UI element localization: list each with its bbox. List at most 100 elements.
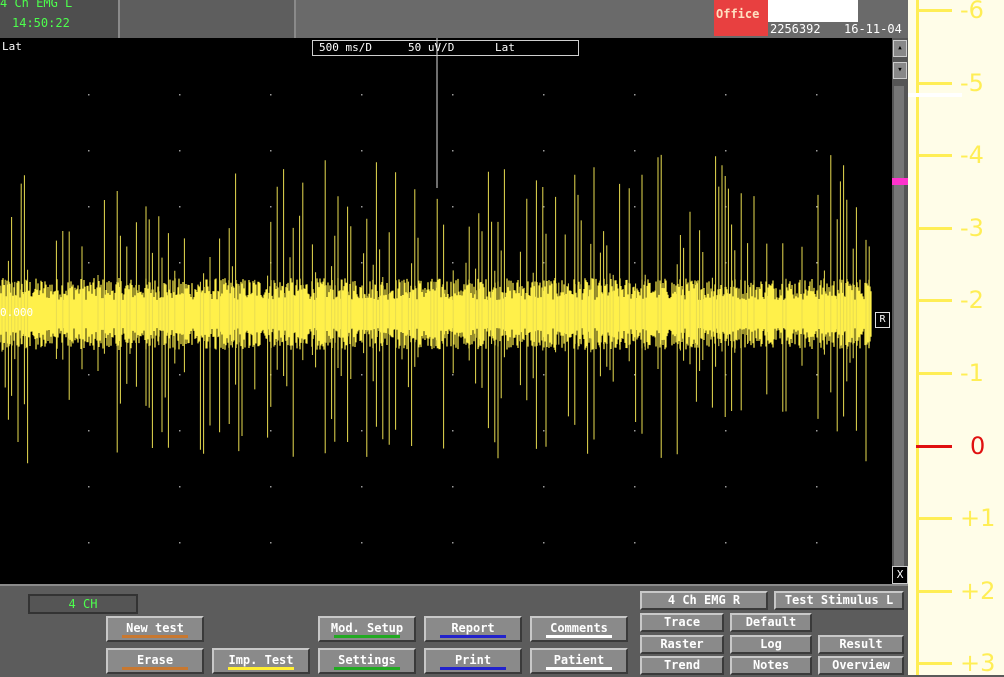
settings-button[interactable]: Settings [318,648,416,674]
report-underline [440,635,506,638]
grid-dot [634,430,636,432]
grid-dot [179,150,181,152]
scroll-track[interactable] [894,86,904,566]
grid-dot [816,542,818,544]
grid-dot [270,150,272,152]
scroll-position-marker[interactable] [892,178,908,185]
emg-r-button[interactable]: 4 Ch EMG R [640,591,768,610]
ruler-tick-label: -3 [960,213,984,242]
close-icon[interactable]: X [892,566,908,584]
new-test-button[interactable]: New test [106,616,204,642]
scale-settings-box[interactable]: 500 ms/D 50 uV/D Lat [312,40,579,56]
ruler-tick [916,299,952,303]
scroll-up-icon[interactable]: ▴ [893,40,907,57]
report-button[interactable]: Report [424,616,522,642]
grid-dot [361,430,363,432]
ruler-tick-label: -6 [960,0,984,24]
patient-name-field[interactable] [768,0,858,22]
imp-test-button[interactable]: Imp. Test [212,648,310,674]
channel-title: 4 Ch EMG L [0,0,73,10]
grid-dot [816,430,818,432]
print-underline [440,667,506,670]
overview-button[interactable]: Overview [818,656,904,675]
ruler-tick-label: -1 [960,359,984,387]
grid-dot [816,262,818,264]
grid-dot [634,94,636,96]
notes-button[interactable]: Notes [730,656,812,675]
header-empty-panel [120,0,296,38]
grid-dot [88,486,90,488]
mod-setup-button[interactable]: Mod. Setup [318,616,416,642]
ruler-tick [916,9,952,12]
trend-button[interactable]: Trend [640,656,724,675]
ruler-tick [916,81,952,85]
sweep-speed: 500 ms/D [319,41,372,54]
grid-dot [543,150,545,152]
print-label: Print [454,653,492,667]
grid-dot [543,486,545,488]
trace-button[interactable]: Trace [640,613,724,632]
print-button[interactable]: Print [424,648,522,674]
grid-dot [88,94,90,96]
imp-test-label: Imp. Test [228,653,294,667]
grid-dot [816,374,818,376]
lat-box-label: Lat [495,41,515,54]
office-badge[interactable]: Office [714,0,768,36]
grid-dot [725,486,727,488]
comments-button[interactable]: Comments [530,616,628,642]
grid-dot [634,150,636,152]
grid-dot [452,542,454,544]
grid-dot [88,430,90,432]
raster-button[interactable]: Raster [640,635,724,654]
grid-dot [179,374,181,376]
vertical-scrollbar[interactable]: ▴ ▾ [892,38,908,584]
clock-time: 14:50:22 [12,16,70,30]
ruler-tick-label: -2 [960,286,984,315]
r-marker[interactable]: R [875,312,890,328]
ruler-tick [916,226,952,230]
grid-dot [452,94,454,96]
grid-dot [179,430,181,432]
level-ruler: -6 -5 -4 -3 -2 -1 0 +1 +2 +3 [908,0,1004,675]
baseline-value: 0.000 [0,306,34,319]
new-test-underline [122,635,188,638]
ruler-tick [916,517,952,521]
log-button[interactable]: Log [730,635,812,654]
channel-info-panel: 4 Ch EMG L 14:50:22 [0,0,120,38]
grid-dot [543,94,545,96]
grid-dot [725,542,727,544]
ruler-tick [916,372,952,375]
ruler-tick-label: +1 [960,504,996,533]
grid-dot [634,262,636,264]
default-button[interactable]: Default [730,613,812,632]
comments-underline [546,635,612,638]
ruler-tick [916,444,952,448]
erase-underline [122,667,188,670]
grid-dot [725,150,727,152]
grid-dot [634,486,636,488]
emg-trace-display[interactable]: Lat 500 ms/D 50 uV/D Lat 0.000 R [0,38,892,584]
grid-dot [270,206,272,208]
test-stimulus-button[interactable]: Test Stimulus L [774,591,904,610]
grid-dot [270,94,272,96]
ruler-tick-label: -5 [960,68,984,97]
grid-dot [816,206,818,208]
ruler-axis-line [916,0,919,675]
gain-setting: 50 uV/D [408,41,455,54]
grid-dot [270,430,272,432]
comments-label: Comments [550,621,608,635]
patient-label: Patient [553,653,605,667]
patient-button[interactable]: Patient [530,648,628,674]
patient-underline [546,667,612,670]
erase-button[interactable]: Erase [106,648,204,674]
ruler-tick-label: +3 [960,649,996,677]
scroll-down-icon[interactable]: ▾ [893,62,907,79]
grid-dot [816,486,818,488]
grid-dot [361,262,363,264]
grid-dot [179,542,181,544]
result-button[interactable]: Result [818,635,904,654]
imp-test-underline [228,667,294,670]
grid-dot [452,206,454,208]
channel-count-display: 4 CH [28,594,138,614]
mod-setup-label: Mod. Setup [330,621,404,635]
